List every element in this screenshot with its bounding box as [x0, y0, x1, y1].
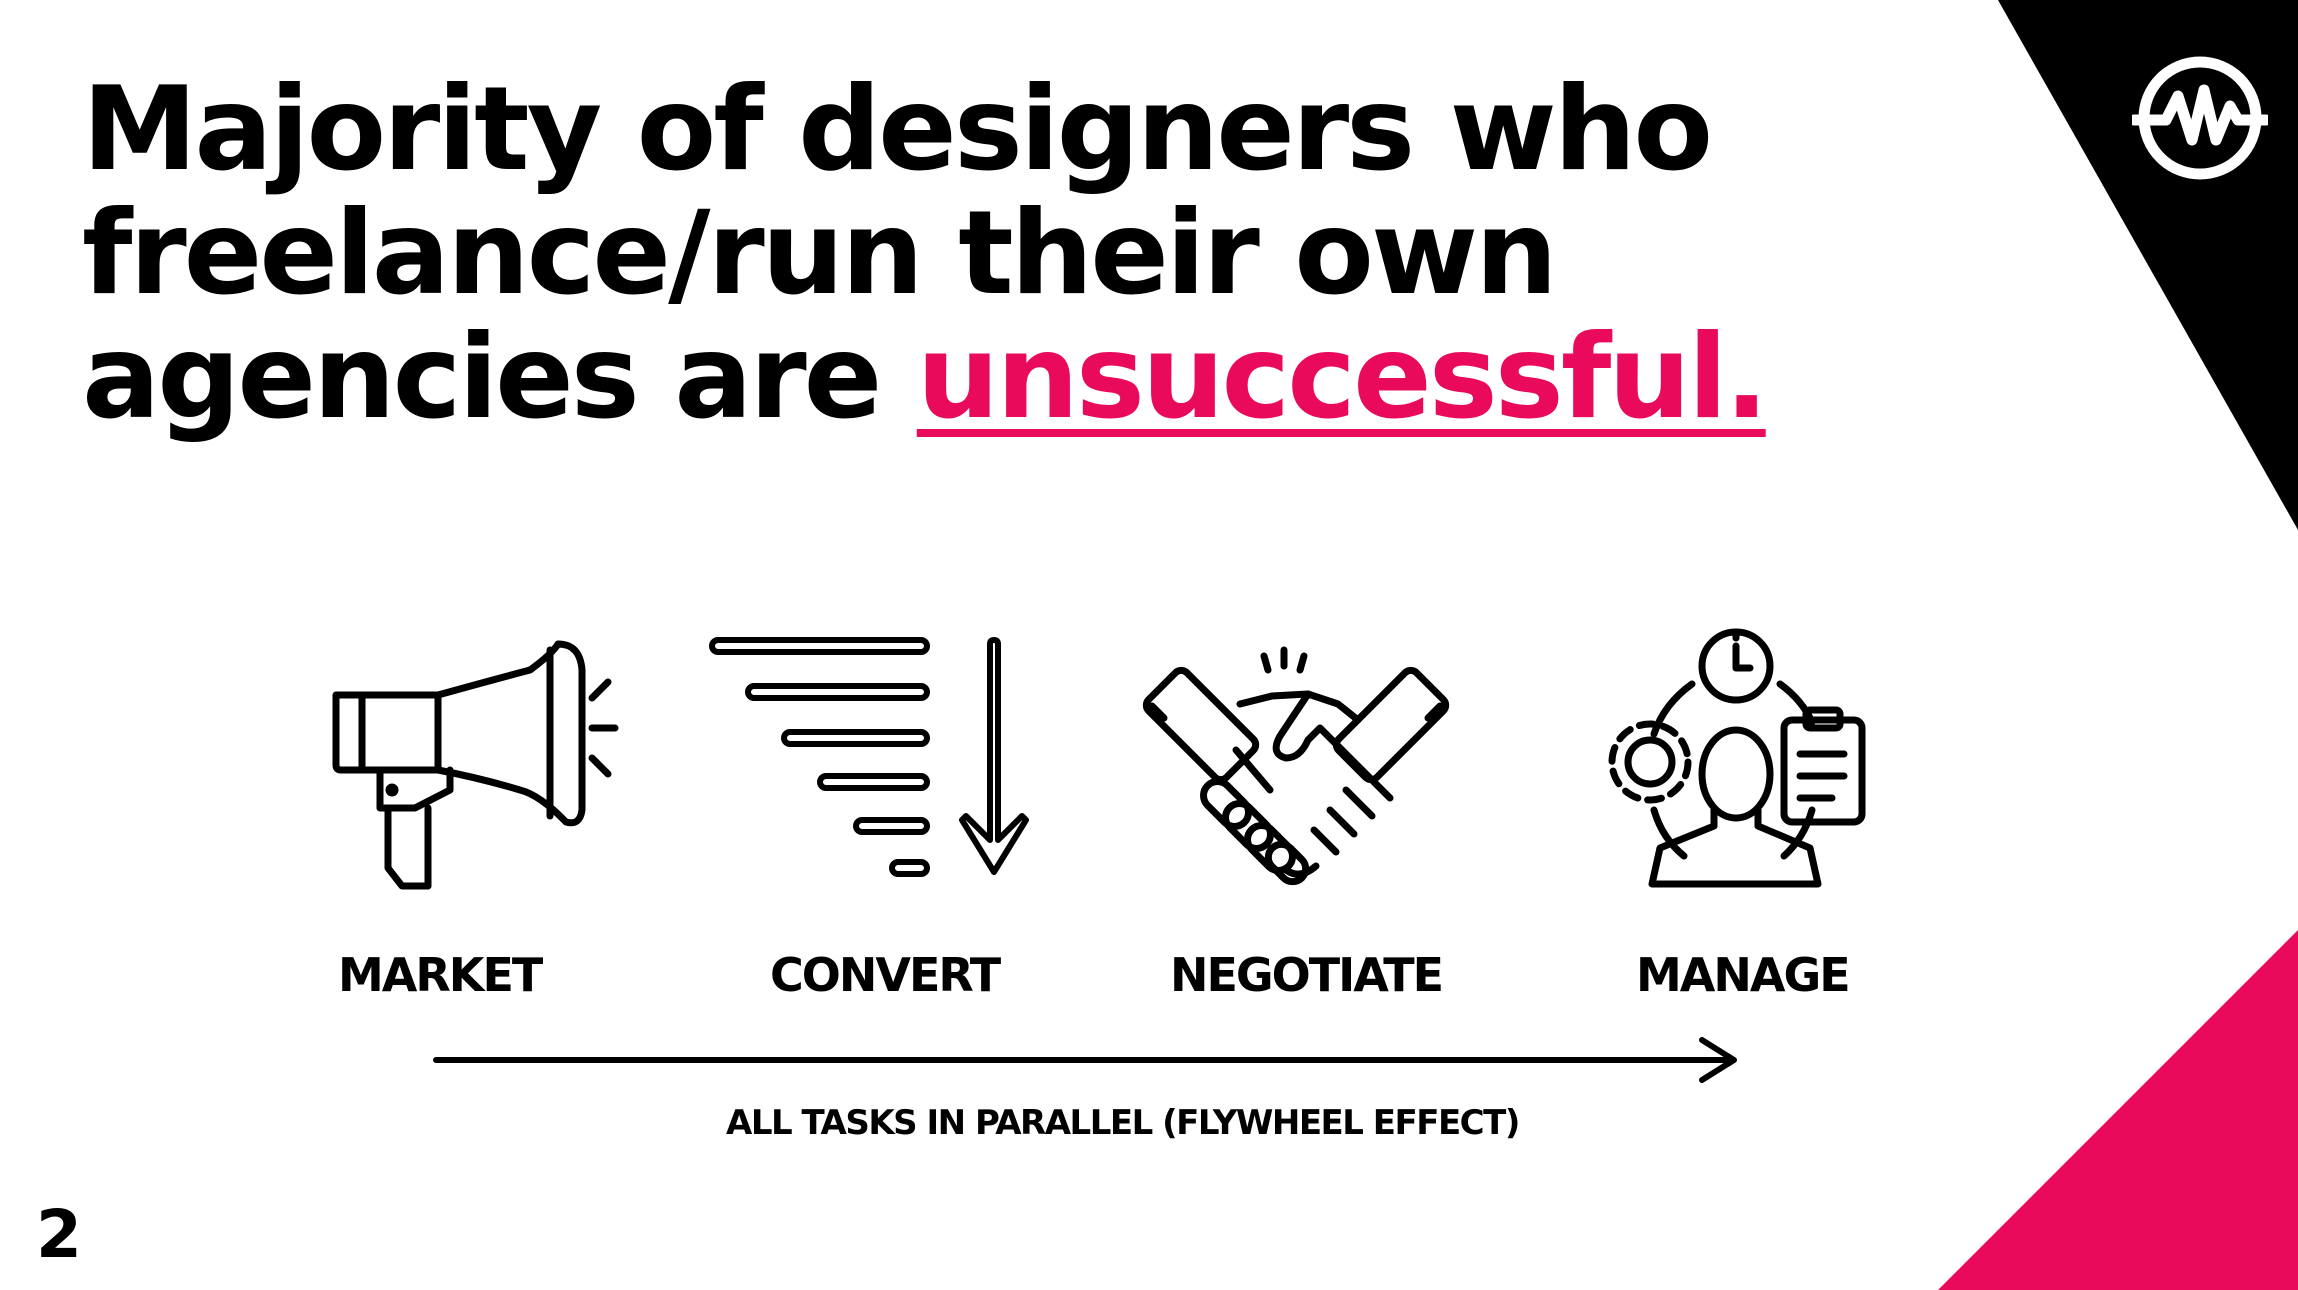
- corner-decoration-pink: [1938, 930, 2298, 1290]
- page-number: 2: [36, 1196, 82, 1273]
- flow-caption: ALL TASKS IN PARALLEL (FLYWHEEL EFFECT): [726, 1103, 1520, 1143]
- step-label-negotiate: NEGOTIATE: [1170, 948, 1444, 1002]
- title-line-2: freelance/run their own: [82, 186, 1558, 321]
- title-line-3-prefix: agencies are: [82, 310, 917, 445]
- brand-logo-icon: [2132, 56, 2268, 180]
- title-highlight: unsuccessful.: [916, 310, 1769, 445]
- step-label-manage: MANAGE: [1636, 948, 1851, 1002]
- funnel-arrow-icon: [709, 637, 1029, 877]
- manager-icon: [1608, 628, 1866, 888]
- megaphone-icon: [332, 640, 619, 890]
- title-line-1: Majority of designers who: [82, 62, 1713, 197]
- step-label-convert: CONVERT: [770, 948, 1001, 1002]
- step-label-market: MARKET: [338, 948, 543, 1002]
- page-title: Majority of designers who freelance/run …: [82, 62, 1769, 440]
- title-line-3: agencies are unsuccessful.: [82, 316, 1769, 440]
- handshake-icon: [1142, 646, 1450, 886]
- flywheel-arrow-icon: [433, 1037, 1737, 1083]
